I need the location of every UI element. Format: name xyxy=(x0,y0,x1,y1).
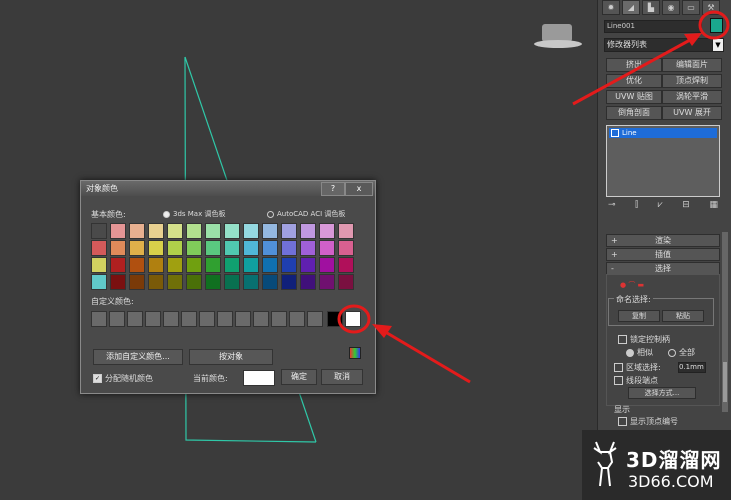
highlight-circle xyxy=(698,10,730,40)
watermark-brand: 3D溜溜网 xyxy=(626,448,722,472)
arrowhead xyxy=(372,324,392,338)
annotation-arrow xyxy=(381,328,471,384)
annotation-overlay xyxy=(337,10,730,384)
arrowhead xyxy=(684,33,702,46)
watermark: 3D溜溜网 3D66.COM xyxy=(582,430,731,500)
deer-logo-icon xyxy=(593,441,617,487)
annotation-arrow xyxy=(572,38,691,106)
watermark-domain: 3D66.COM xyxy=(628,472,714,491)
highlight-circle xyxy=(337,304,371,334)
